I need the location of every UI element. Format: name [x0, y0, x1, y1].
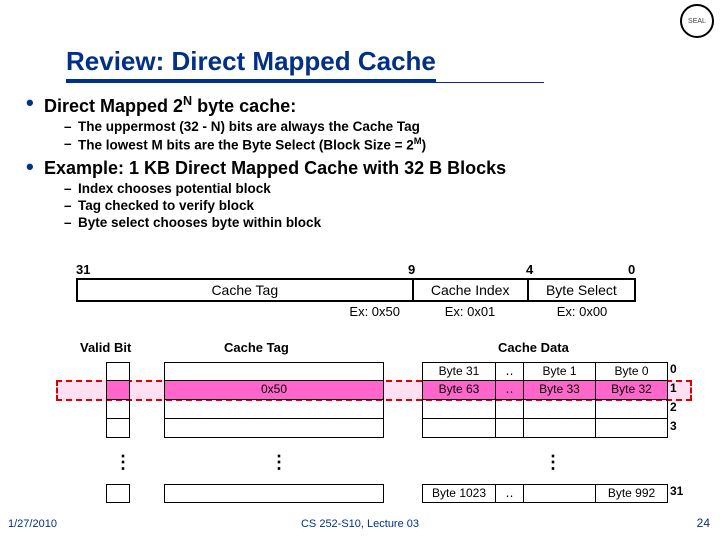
- sub-text: Byte select chooses byte within block: [78, 215, 321, 232]
- table-row: [106, 419, 130, 438]
- cache-table: Valid Bit Cache Tag Cache Data 0x50 Byte…: [54, 340, 694, 358]
- bullet-text: Example: 1 KB Direct Mapped Cache with 3…: [44, 158, 506, 179]
- sub-text: The uppermost (32 - N) bits are always t…: [78, 119, 420, 136]
- sub-text: The lowest M bits are the Byte Select (B…: [78, 136, 426, 154]
- bullet-direct-mapped: • Direct Mapped 2N byte cache:: [26, 94, 706, 117]
- table-row: 0x50: [164, 381, 384, 400]
- bullet-dot-icon: •: [26, 94, 44, 117]
- cell-byte992: Byte 992: [595, 485, 667, 502]
- dash-icon: –: [64, 215, 78, 232]
- table-row: [106, 362, 130, 381]
- row-index: 3: [670, 419, 694, 438]
- footer-course: CS 252-S10, Lecture 03: [0, 518, 720, 530]
- cell-byte0: Byte 0: [595, 363, 667, 380]
- row-index: 1: [670, 381, 694, 400]
- table-row: Byte 31 ‥ Byte 1 Byte 0: [422, 362, 668, 381]
- header-valid-bit: Valid Bit: [80, 340, 131, 355]
- row-index-column: 0 1 2 3: [670, 362, 694, 438]
- slide-title: Review: Direct Mapped Cache: [66, 46, 436, 82]
- field-byte-select: Byte Select: [527, 280, 634, 300]
- table-row: Byte 1023 ‥ Byte 992: [422, 484, 668, 503]
- ex-tag: Ex: 0x50: [76, 304, 412, 319]
- bullet-sup: N: [183, 94, 192, 108]
- dash-icon: –: [64, 181, 78, 198]
- sub-text: Index chooses potential block: [78, 181, 271, 198]
- table-row: [164, 362, 384, 381]
- sub-uppermost: –The uppermost (32 - N) bits are always …: [64, 119, 706, 136]
- cell-byte1: Byte 1: [523, 363, 595, 380]
- dash-icon: –: [64, 119, 78, 136]
- field-cache-index: Cache Index: [412, 280, 527, 300]
- cell-empty: [523, 485, 595, 502]
- content-area: • Direct Mapped 2N byte cache: –The uppe…: [26, 94, 706, 232]
- table-row: [106, 381, 130, 400]
- cell-dots: ‥: [495, 363, 523, 380]
- table-row: Byte 63 ‥ Byte 33 Byte 32: [422, 381, 668, 400]
- header-cache-data: Cache Data: [498, 340, 569, 355]
- data-column: Byte 31 ‥ Byte 1 Byte 0 Byte 63 ‥ Byte 3…: [422, 362, 668, 438]
- footer-page-number: 24: [697, 516, 710, 530]
- vertical-dots-icon: ⋮: [544, 452, 563, 473]
- sub-pre: The lowest M bits are the Byte Select (B…: [78, 137, 414, 152]
- vertical-dots-icon: ⋮: [114, 452, 133, 473]
- ex-bsel: Ex: 0x00: [528, 304, 636, 319]
- seal-icon: SEAL: [680, 4, 714, 38]
- bit-31: 31: [76, 262, 90, 277]
- bit-0: 0: [628, 262, 635, 277]
- example-values: Ex: 0x50 Ex: 0x01 Ex: 0x00: [76, 304, 636, 319]
- sub-tag: –Tag checked to verify block: [64, 198, 706, 215]
- table-row: [164, 484, 384, 503]
- ex-index: Ex: 0x01: [412, 304, 528, 319]
- table-headers: Valid Bit Cache Tag Cache Data: [54, 340, 694, 358]
- address-diagram: 31 9 4 0 Cache Tag Cache Index Byte Sele…: [76, 262, 636, 319]
- bullet-text-post: byte cache:: [192, 96, 296, 116]
- vertical-dots-icon: ⋮: [270, 452, 289, 473]
- sub-index: –Index chooses potential block: [64, 181, 706, 198]
- table-row: [106, 400, 130, 419]
- table-row: [422, 400, 668, 419]
- cell-byte33: Byte 33: [523, 381, 595, 399]
- bit-numbers: 31 9 4 0: [76, 262, 636, 278]
- sub-post: ): [422, 137, 427, 152]
- title-underline: [66, 82, 544, 83]
- address-fields: Cache Tag Cache Index Byte Select: [76, 278, 636, 302]
- table-row: [422, 419, 668, 438]
- bullet-dot-icon: •: [26, 158, 44, 179]
- table-row: [164, 400, 384, 419]
- bullet-example: • Example: 1 KB Direct Mapped Cache with…: [26, 158, 706, 179]
- bit-9: 9: [408, 262, 415, 277]
- tag-column: 0x50: [164, 362, 384, 438]
- sub-lowest: – The lowest M bits are the Byte Select …: [64, 136, 706, 154]
- header-cache-tag: Cache Tag: [224, 340, 289, 355]
- row-index: 0: [670, 362, 694, 381]
- cell-dots: ‥: [495, 485, 523, 502]
- table-row: [164, 419, 384, 438]
- row-index: 31: [670, 484, 694, 503]
- cell-byte63: Byte 63: [423, 381, 495, 399]
- field-cache-tag: Cache Tag: [78, 280, 412, 300]
- cell-byte31: Byte 31: [423, 363, 495, 380]
- sub-text: Tag checked to verify block: [78, 198, 254, 215]
- table-row: [106, 484, 130, 503]
- bit-4: 4: [526, 262, 533, 277]
- dash-icon: –: [64, 198, 78, 215]
- cell-byte32: Byte 32: [595, 381, 667, 399]
- row-index: 2: [670, 400, 694, 419]
- sub-byteselect: –Byte select chooses byte within block: [64, 215, 706, 232]
- sub-sup: M: [414, 136, 422, 147]
- bullet-text-pre: Direct Mapped 2: [44, 96, 183, 116]
- valid-bit-column: [106, 362, 130, 438]
- cell-byte1023: Byte 1023: [423, 485, 495, 502]
- bullet-text: Direct Mapped 2N byte cache:: [44, 94, 296, 117]
- cell-dots: ‥: [495, 381, 523, 399]
- dash-icon: –: [64, 136, 78, 154]
